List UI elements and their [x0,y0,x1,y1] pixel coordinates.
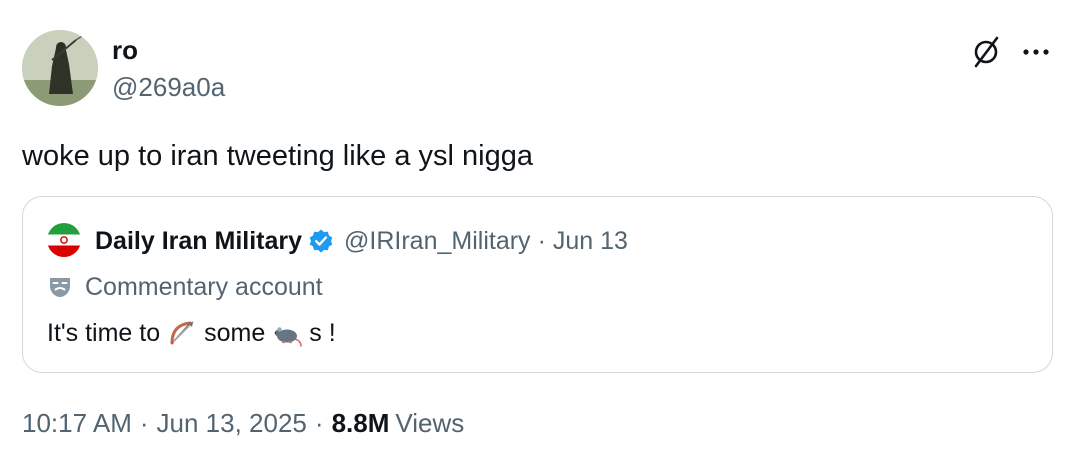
quoted-text-part-1: It's time to [47,319,161,347]
quoted-text-part-2: some [204,319,266,347]
tweet-date[interactable]: Jun 13, 2025 [157,408,307,438]
commentary-label[interactable]: Commentary account [47,272,323,302]
author-avatar[interactable] [22,30,98,106]
quoted-text-part-3: s ! [309,319,336,347]
author-handle[interactable]: @269a0a [112,72,225,102]
rat-emoji [271,317,303,349]
tweet-text: woke up to iran tweeting like a ysl nigg… [22,140,534,172]
views-label[interactable]: Views [395,408,464,438]
grok-icon[interactable] [972,36,1000,68]
bow-and-arrow-emoji [166,317,198,349]
meta-separator: · [139,408,149,438]
meta-separator: · [314,408,324,438]
more-icon[interactable] [1020,40,1052,64]
quoted-author-handle[interactable]: @IRIran_Military [344,226,531,256]
quoted-author-avatar[interactable] [47,223,81,257]
tweet-time[interactable]: 10:17 AM [22,408,132,438]
quoted-tweet-date[interactable]: Jun 13 [553,226,628,256]
quoted-tweet-header: Daily Iran Military @IRIran_Military · J… [95,226,628,256]
quoted-author-name[interactable]: Daily Iran Military [95,226,302,256]
theater-mask-icon [50,278,70,297]
header-separator: · [537,227,546,255]
quoted-tweet-text: It's time to some s ! [47,317,336,349]
verified-badge-icon [309,229,333,253]
commentary-label-text: Commentary account [85,273,323,301]
author-name[interactable]: ro [112,35,138,65]
quoted-tweet-card[interactable]: Daily Iran Military @IRIran_Military · J… [22,196,1053,373]
tweet-metadata: 10:17 AM · Jun 13, 2025 · 8.8M Views [22,408,464,438]
views-count[interactable]: 8.8M [332,408,390,438]
